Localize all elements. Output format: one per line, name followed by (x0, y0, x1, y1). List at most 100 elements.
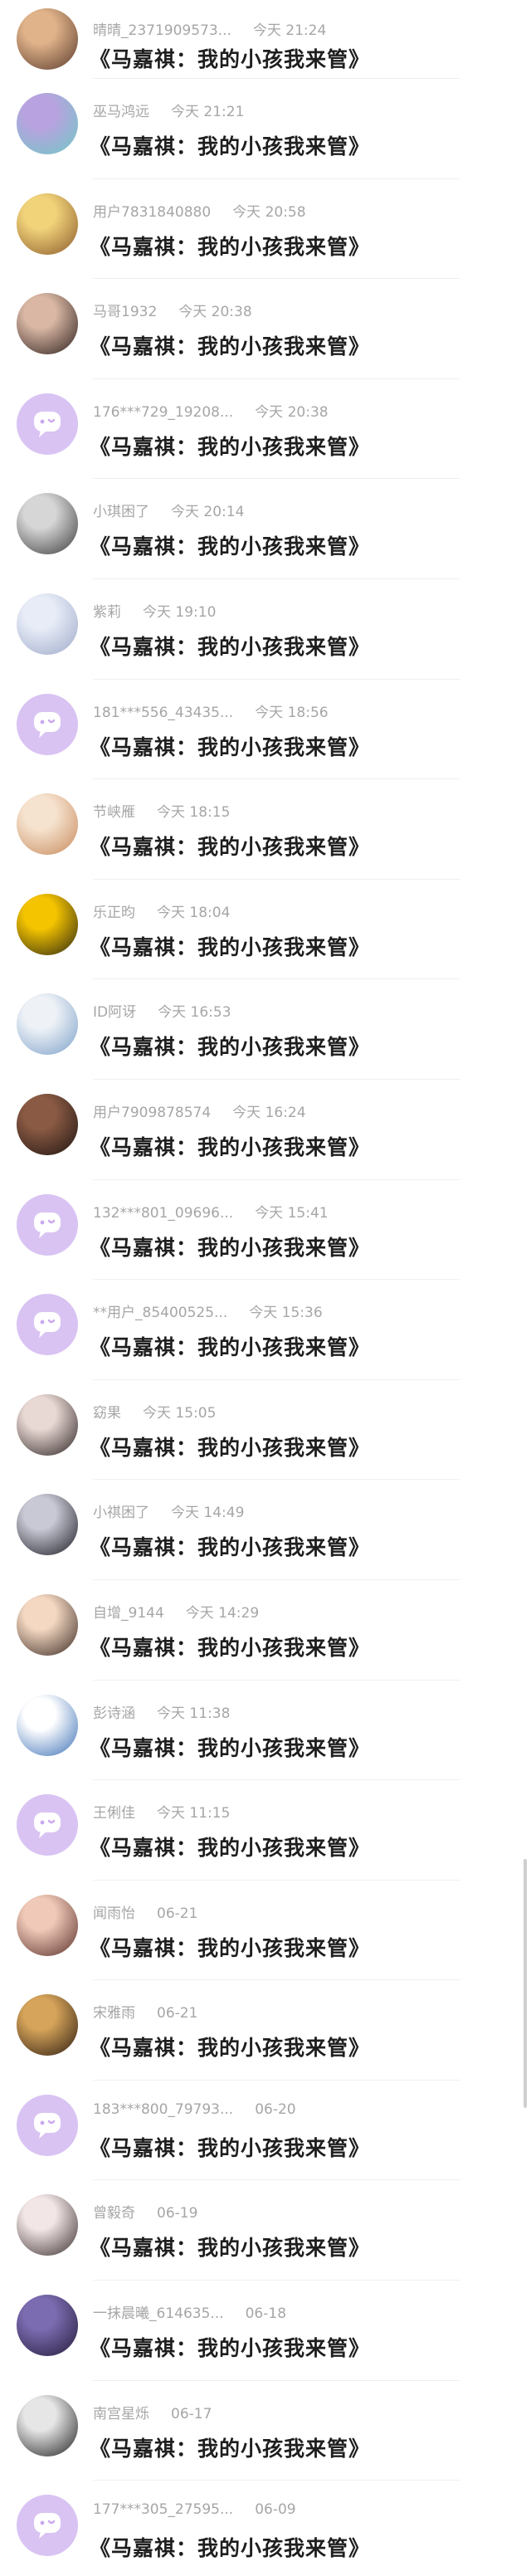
username[interactable]: 用户7831840880 (93, 204, 211, 221)
username[interactable]: 节峡雁 (93, 804, 135, 821)
comment-row[interactable]: 小祺困了 今天 14:49 《马嘉祺：我的小孩我来管》 (0, 1480, 531, 1580)
comment-row[interactable]: 南宫星烁 06-17 《马嘉祺：我的小孩我来管》 (0, 2381, 531, 2481)
avatar[interactable] (17, 1494, 78, 1556)
username[interactable]: 132***801_09696... (93, 1205, 233, 1222)
comment-row[interactable]: 一抹晨曦_614635... 06-18 《马嘉祺：我的小孩我来管》 (0, 2281, 531, 2381)
comment-row[interactable]: 181***556_43435... 今天 18:56 《马嘉祺：我的小孩我来管》 (0, 680, 531, 780)
avatar[interactable] (17, 793, 78, 856)
username[interactable]: 用户7909878574 (93, 1105, 211, 1121)
username[interactable]: 自增_9144 (93, 1605, 164, 1622)
comment-row[interactable]: 闻雨怡 06-21 《马嘉祺：我的小孩我来管》 (0, 1881, 531, 1981)
comment-row[interactable]: 巫马鸿远 今天 21:21 《马嘉祺：我的小孩我来管》 (0, 79, 531, 179)
avatar[interactable] (17, 1593, 78, 1656)
username[interactable]: 窈果 (93, 1405, 121, 1422)
timestamp: 06-17 (171, 2405, 212, 2422)
avatar[interactable] (17, 1393, 78, 1456)
username[interactable]: ID阿讶 (93, 1004, 136, 1021)
timestamp: 06-20 (255, 2100, 296, 2118)
comment-row[interactable]: **用户_85400525... 今天 15:36 《马嘉祺：我的小孩我来管》 (0, 1280, 531, 1380)
comment-text: 《马嘉祺：我的小孩我来管》 (90, 734, 371, 759)
avatar[interactable] (17, 293, 78, 355)
comment-row[interactable]: 王俐佳 今天 11:15 《马嘉祺：我的小孩我来管》 (0, 1780, 531, 1881)
username[interactable]: 王俐佳 (93, 1805, 135, 1822)
comment-text: 《马嘉祺：我的小孩我来管》 (90, 47, 371, 71)
default-chat-avatar-icon[interactable] (17, 2495, 78, 2557)
username[interactable]: 小祺困了 (93, 1505, 149, 1521)
avatar[interactable] (17, 1894, 78, 1956)
comment-row[interactable]: 用户7831840880 今天 20:58 《马嘉祺：我的小孩我来管》 (0, 179, 531, 280)
default-chat-avatar-icon[interactable] (17, 2094, 78, 2156)
comment-row[interactable]: 用户7909878574 今天 16:24 《马嘉祺：我的小孩我来管》 (0, 1080, 531, 1180)
default-chat-avatar-icon[interactable] (17, 393, 78, 455)
comment-text: 《马嘉祺：我的小孩我来管》 (90, 1134, 371, 1159)
username[interactable]: 曾毅奇 (93, 2205, 135, 2222)
avatar[interactable] (17, 2394, 78, 2456)
username[interactable]: 巫马鸿远 (93, 104, 149, 120)
scrollbar[interactable] (524, 1859, 527, 2108)
timestamp: 今天 16:53 (158, 1004, 231, 1022)
comment-row[interactable]: 彭诗涵 今天 11:38 《马嘉祺：我的小孩我来管》 (0, 1681, 531, 1781)
timestamp: 今天 14:29 (185, 1604, 260, 1622)
comment-row[interactable]: 窈果 今天 15:05 《马嘉祺：我的小孩我来管》 (0, 1380, 531, 1481)
default-chat-avatar-icon[interactable] (17, 693, 78, 755)
comment-meta: 用户7831840880 今天 20:58 (93, 200, 306, 221)
comment-meta: 节峡雁 今天 18:15 (93, 800, 230, 821)
username[interactable]: 南宫星烁 (93, 2406, 149, 2422)
username[interactable]: **用户_85400525... (93, 1305, 227, 1321)
username[interactable]: 紫莉 (93, 604, 121, 621)
comment-row[interactable]: 自增_9144 今天 14:29 《马嘉祺：我的小孩我来管》 (0, 1580, 531, 1681)
avatar[interactable] (17, 93, 78, 154)
default-chat-avatar-icon[interactable] (17, 1193, 78, 1256)
avatar[interactable] (17, 193, 78, 255)
avatar[interactable] (17, 2295, 78, 2357)
avatar[interactable] (17, 993, 78, 1056)
comment-row[interactable]: 节峡雁 今天 18:15 《马嘉祺：我的小孩我来管》 (0, 779, 531, 880)
avatar[interactable] (17, 893, 78, 955)
username[interactable]: 乐正昀 (93, 905, 135, 921)
comment-row[interactable]: 晴晴_2371909573... 今天 21:24 《马嘉祺：我的小孩我来管》 (0, 0, 531, 79)
avatar[interactable] (17, 593, 78, 655)
comment-row[interactable]: 小琪困了 今天 20:14 《马嘉祺：我的小孩我来管》 (0, 479, 531, 579)
comment-row[interactable]: 176***729_19208... 今天 20:38 《马嘉祺：我的小孩我来管》 (0, 379, 531, 480)
avatar[interactable] (17, 8, 78, 70)
comment-row[interactable]: 183***800_79793... 06-20 《马嘉祺：我的小孩我来管》 (0, 2081, 531, 2181)
username[interactable]: 176***729_19208... (93, 404, 233, 421)
comment-row[interactable]: 132***801_09696... 今天 15:41 《马嘉祺：我的小孩我来管》 (0, 1180, 531, 1281)
avatar[interactable] (17, 493, 78, 555)
comment-row[interactable]: 马哥1932 今天 20:38 《马嘉祺：我的小孩我来管》 (0, 279, 531, 379)
comment-row[interactable]: 紫莉 今天 19:10 《马嘉祺：我的小孩我来管》 (0, 579, 531, 680)
comment-text: 《马嘉祺：我的小孩我来管》 (90, 2135, 371, 2160)
comment-text: 《马嘉祺：我的小孩我来管》 (90, 2536, 371, 2561)
comment-text: 《马嘉祺：我的小孩我来管》 (90, 1235, 371, 1260)
comment-row[interactable]: ID阿讶 今天 16:53 《马嘉祺：我的小孩我来管》 (0, 979, 531, 1080)
avatar[interactable] (17, 1093, 78, 1155)
comment-text: 《马嘉祺：我的小孩我来管》 (90, 934, 371, 959)
comment-row[interactable]: 曾毅奇 06-19 《马嘉祺：我的小孩我来管》 (0, 2180, 531, 2281)
avatar[interactable] (17, 1994, 78, 2056)
username[interactable]: 晴晴_2371909573... (93, 22, 231, 39)
username[interactable]: 181***556_43435... (93, 705, 233, 721)
comment-meta: 马哥1932 今天 20:38 (93, 300, 252, 320)
username[interactable]: 177***305_27595... (93, 2501, 233, 2518)
username[interactable]: 闻雨怡 (93, 1905, 135, 1922)
username[interactable]: 彭诗涵 (93, 1705, 135, 1722)
username[interactable]: 小琪困了 (93, 504, 149, 520)
timestamp: 06-09 (255, 2501, 296, 2519)
comment-row[interactable]: 宋雅雨 06-21 《马嘉祺：我的小孩我来管》 (0, 1980, 531, 2081)
username[interactable]: 马哥1932 (93, 304, 157, 320)
timestamp: 今天 21:24 (252, 22, 327, 39)
comment-row[interactable]: 乐正昀 今天 18:04 《马嘉祺：我的小孩我来管》 (0, 880, 531, 980)
comment-text: 《马嘉祺：我的小孩我来管》 (90, 1735, 371, 1760)
avatar[interactable] (17, 1694, 78, 1756)
username[interactable]: 宋雅雨 (93, 2005, 135, 2022)
comment-row[interactable]: 177***305_27595... 06-09 《马嘉祺：我的小孩我来管》 (0, 2481, 531, 2576)
default-chat-avatar-icon[interactable] (17, 1294, 78, 1356)
avatar[interactable] (17, 2194, 78, 2256)
username[interactable]: 183***800_79793... (93, 2101, 233, 2118)
username[interactable]: 一抹晨曦_614635... (93, 2305, 224, 2322)
comment-text: 《马嘉祺：我的小孩我来管》 (90, 2236, 371, 2261)
comment-meta: 自增_9144 今天 14:29 (93, 1601, 259, 1622)
comment-text: 《马嘉祺：我的小孩我来管》 (90, 1435, 371, 1460)
timestamp: 今天 19:10 (143, 603, 217, 621)
default-chat-avatar-icon[interactable] (17, 1794, 78, 1856)
